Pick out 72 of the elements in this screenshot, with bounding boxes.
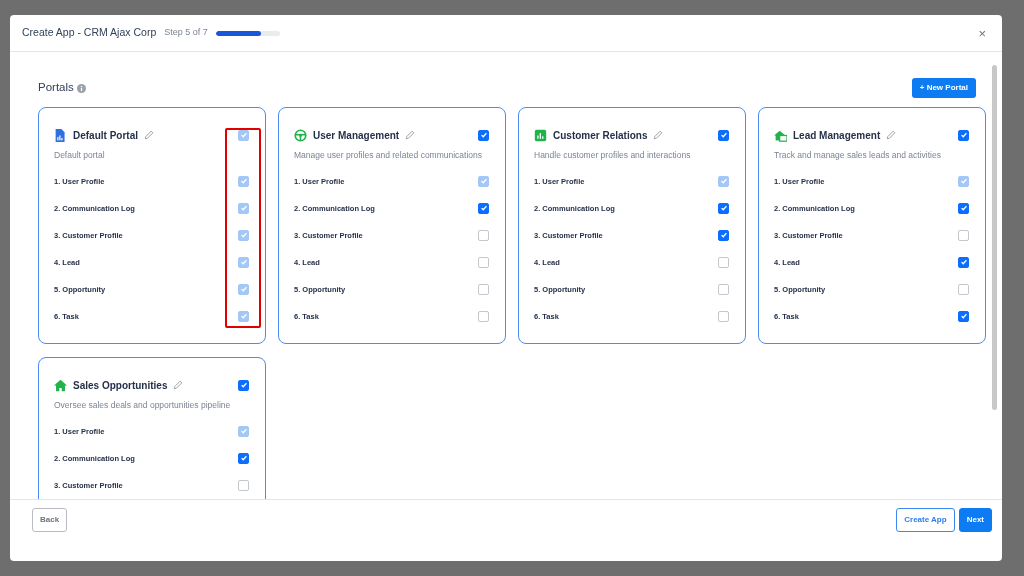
check-icon [719,204,728,213]
portal-name: Lead Management [793,128,881,143]
portal-name: User Management [313,128,400,143]
info-icon[interactable] [76,83,86,93]
check-icon [239,177,248,186]
check-icon [959,204,968,213]
checkbox[interactable] [958,202,969,214]
checkbox[interactable] [478,283,489,295]
check-icon [239,204,248,213]
portal-name: Customer Relations [553,128,648,143]
checkbox[interactable] [238,452,249,464]
new-portal-button[interactable]: + New Portal [911,78,976,98]
checkbox[interactable] [478,310,489,322]
checkbox[interactable] [718,229,729,241]
check-icon [239,454,248,463]
portal-description: Manage user profiles and related communications [294,149,484,162]
portal-description: Handle customer profiles and interactions [534,149,692,162]
dialog-title: Create App - CRM Ajax Corp [22,25,157,41]
check-icon [959,312,968,321]
checkbox[interactable] [718,129,729,141]
pencil-icon[interactable] [405,130,416,140]
close-button[interactable]: × [974,26,990,40]
pencil-icon[interactable] [144,130,154,140]
checkbox[interactable] [718,310,729,322]
check-icon [239,285,248,294]
check-icon [719,131,728,139]
create-app-button[interactable]: Create App [896,508,955,532]
step-label: Step 5 of 7 [164,26,208,40]
house-icon [54,378,67,392]
steering-wheel-icon [294,128,307,142]
portal-description: Track and manage sales leads and activities [774,149,942,162]
checkbox[interactable] [718,202,729,214]
checkbox[interactable] [478,202,489,214]
pencil-icon[interactable] [173,380,184,390]
check-icon [239,131,248,139]
checkbox[interactable] [958,256,969,268]
checkbox[interactable] [238,479,249,491]
checkbox[interactable] [478,129,489,141]
checkbox[interactable] [958,283,969,295]
check-icon [719,231,728,240]
checkbox[interactable] [718,283,729,295]
document-chart-icon [54,128,67,142]
back-button[interactable]: Back [32,508,68,532]
check-icon [239,258,248,267]
house-screen-icon [774,128,787,142]
check-icon [239,427,248,436]
section-title: Portals [38,80,74,96]
check-icon [479,131,488,139]
check-icon [719,177,728,186]
check-icon [239,381,248,389]
checkbox[interactable] [958,229,969,241]
portal-description: Default portal [54,149,106,162]
check-icon [959,258,968,267]
checkbox[interactable] [958,129,969,141]
checkbox[interactable] [958,310,969,322]
portal-name: Sales Opportunities [73,378,168,393]
check-icon [959,177,968,186]
check-icon [959,131,968,139]
checkbox[interactable] [718,256,729,268]
check-icon [479,177,488,186]
checkbox[interactable] [238,379,249,391]
portal-description: Oversee sales deals and opportunities pipeline [54,399,232,412]
portal-name: Default Portal [73,128,138,143]
check-icon [239,231,248,240]
pencil-icon[interactable] [886,130,897,140]
next-button[interactable]: Next [958,508,992,532]
check-icon [479,204,488,213]
check-icon [239,312,248,321]
checkbox[interactable] [478,229,489,241]
checkbox[interactable] [478,256,489,268]
bar-chart-icon [534,128,547,142]
pencil-icon[interactable] [653,130,664,140]
